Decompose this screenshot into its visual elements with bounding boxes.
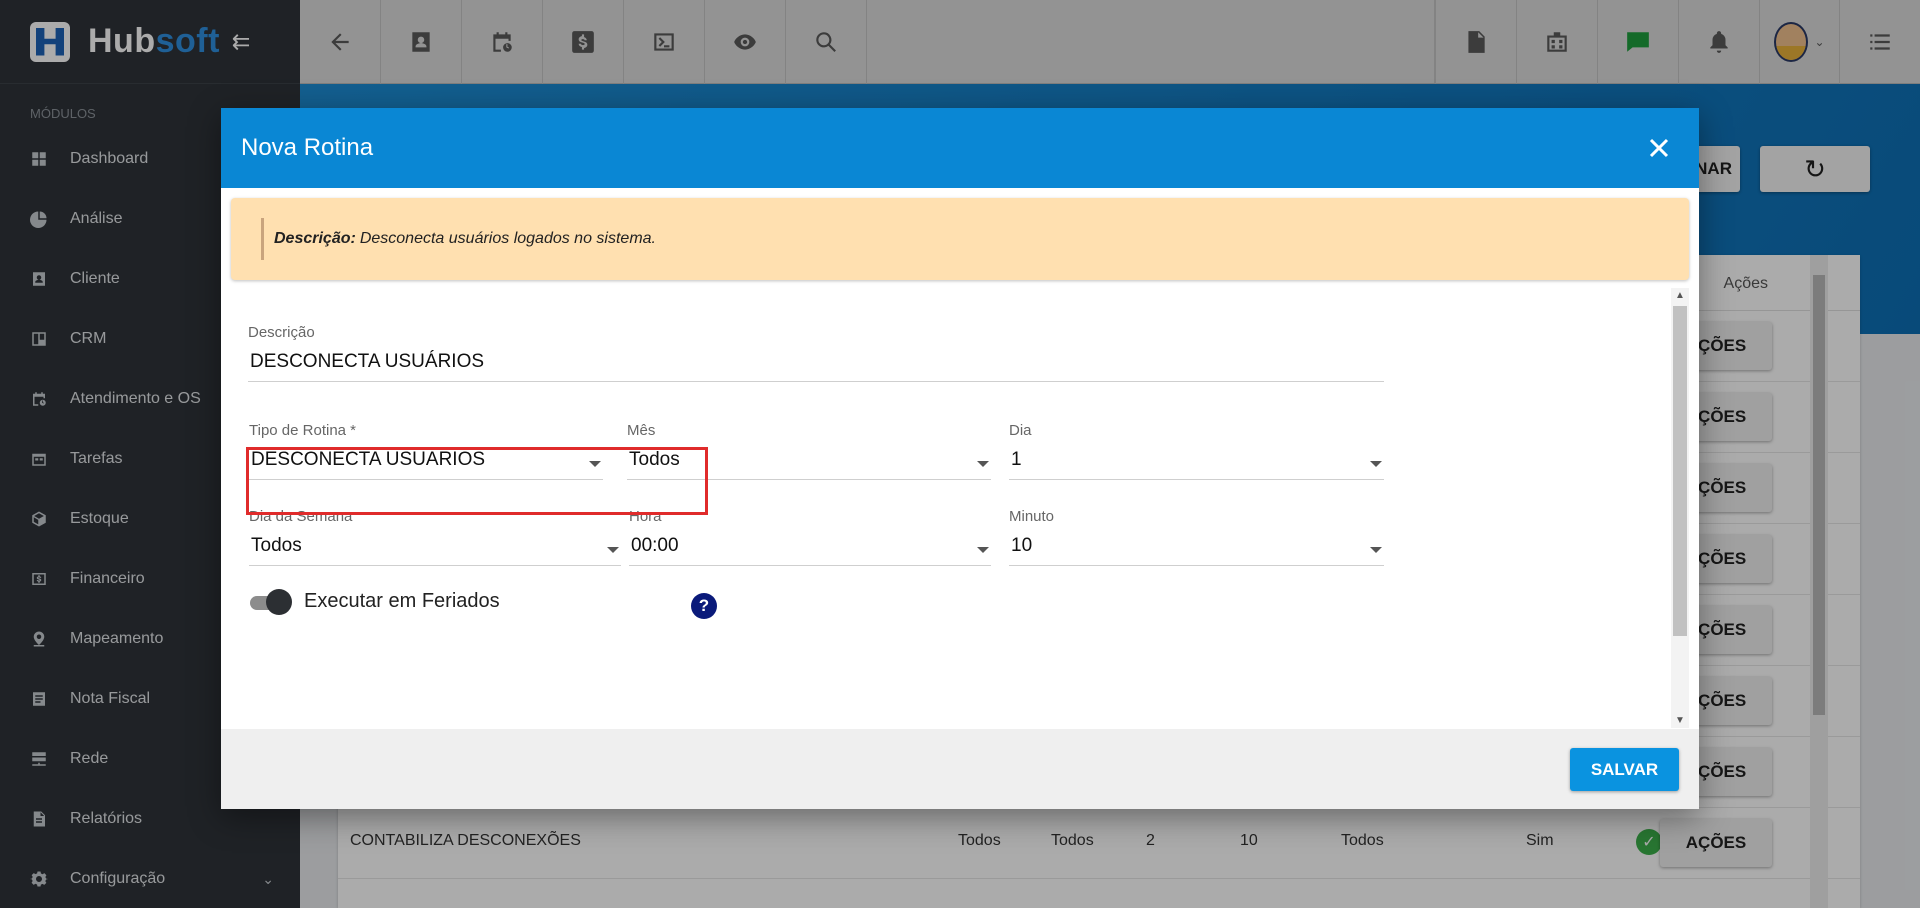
descricao-field[interactable]: Descrição DESCONECTA USUÁRIOS xyxy=(248,324,1384,382)
dia-label: Dia xyxy=(1009,422,1032,439)
dia-semana-value[interactable]: Todos xyxy=(249,535,621,566)
hora-label: Hora xyxy=(629,508,662,525)
dia-semana-label: Dia da Semana xyxy=(249,508,353,525)
executar-feriados-toggle[interactable] xyxy=(248,588,292,615)
close-icon xyxy=(1649,138,1669,158)
dropdown-caret-icon xyxy=(607,547,619,553)
hora-select[interactable]: Hora 00:00 xyxy=(629,508,991,566)
dialog-footer: SALVAR xyxy=(221,729,1699,809)
mes-value[interactable]: Todos xyxy=(627,449,991,480)
save-button[interactable]: SALVAR xyxy=(1570,748,1679,791)
help-icon[interactable]: ? xyxy=(691,593,717,619)
executar-feriados-row: Executar em Feriados xyxy=(248,588,500,615)
minuto-label: Minuto xyxy=(1009,508,1055,525)
close-button[interactable] xyxy=(1641,130,1677,166)
dialog-title: Nova Rotina xyxy=(241,134,374,161)
dia-select[interactable]: Dia 1 xyxy=(1009,422,1384,480)
dropdown-caret-icon xyxy=(977,547,989,553)
dia-value[interactable]: 1 xyxy=(1009,449,1384,480)
dropdown-caret-icon xyxy=(589,461,601,467)
mes-label: Mês xyxy=(627,422,656,439)
dropdown-caret-icon xyxy=(1370,547,1382,553)
tipo-rotina-select[interactable]: Tipo de Rotina * DESCONECTA USUARIOS xyxy=(249,422,603,480)
dialog-header: Nova Rotina xyxy=(221,108,1699,188)
dia-semana-select[interactable]: Dia da Semana Todos xyxy=(249,508,621,566)
description-alert-text: Descrição: Desconecta usuários logados n… xyxy=(261,218,656,260)
description-alert: Descrição: Desconecta usuários logados n… xyxy=(231,198,1689,280)
toggle-knob xyxy=(266,588,292,615)
minuto-value[interactable]: 10 xyxy=(1009,535,1384,566)
description-alert-label: Descrição: xyxy=(274,230,356,247)
scroll-down-icon[interactable]: ▼ xyxy=(1675,715,1685,726)
form-scrollbar[interactable]: ▲ ▼ xyxy=(1671,288,1689,728)
dropdown-caret-icon xyxy=(1370,461,1382,467)
dropdown-caret-icon xyxy=(977,461,989,467)
tipo-rotina-label: Tipo de Rotina * xyxy=(249,422,357,439)
minuto-select[interactable]: Minuto 10 xyxy=(1009,508,1384,566)
descricao-label: Descrição xyxy=(248,324,315,341)
description-alert-value: Desconecta usuários logados no sistema. xyxy=(359,230,656,247)
nova-rotina-dialog: Nova Rotina Descrição: Desconecta usuári… xyxy=(221,108,1699,809)
hora-value[interactable]: 00:00 xyxy=(629,535,991,566)
descricao-input[interactable]: DESCONECTA USUÁRIOS xyxy=(248,351,1384,382)
mes-select[interactable]: Mês Todos xyxy=(627,422,991,480)
dialog-body: Descrição: Desconecta usuários logados n… xyxy=(221,188,1699,729)
executar-feriados-label: Executar em Feriados xyxy=(304,590,500,612)
scrollbar-thumb[interactable] xyxy=(1673,306,1687,636)
routine-form: Descrição DESCONECTA USUÁRIOS Tipo de Ro… xyxy=(231,288,1689,728)
scroll-up-icon[interactable]: ▲ xyxy=(1675,290,1685,301)
tipo-rotina-value[interactable]: DESCONECTA USUARIOS xyxy=(249,449,603,480)
